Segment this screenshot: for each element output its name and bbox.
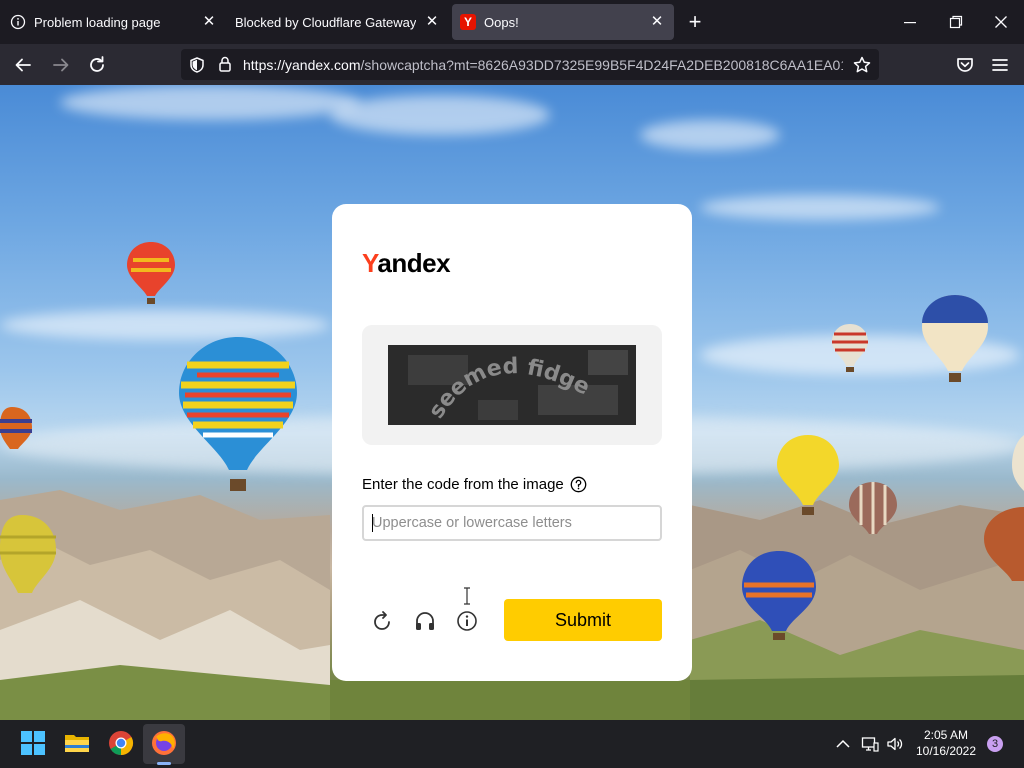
hot-air-balloon — [922, 295, 988, 382]
captcha-image: seemed fidget — [388, 345, 636, 425]
forward-arrow-icon[interactable] — [50, 54, 72, 76]
address-bar[interactable]: https://yandex.com/showcaptcha?mt=8626A9… — [181, 49, 879, 80]
cloud — [60, 85, 360, 120]
notification-badge[interactable]: 3 — [987, 736, 1003, 752]
back-arrow-icon[interactable] — [12, 54, 34, 76]
mouse-text-cursor — [464, 587, 470, 605]
tracking-protection-shield-icon[interactable] — [188, 56, 206, 74]
hamburger-menu-icon[interactable] — [989, 54, 1011, 76]
tab-cloudflare-gateway[interactable]: Blocked by Cloudflare Gateway ✕ — [227, 4, 449, 40]
cloud — [330, 95, 550, 135]
input-caret — [372, 514, 373, 532]
window-close-icon[interactable] — [991, 12, 1011, 32]
captcha-card: Yandex seemed fidget Enter the code from… — [332, 204, 692, 681]
captcha-prompt: Enter the code from the image — [362, 476, 587, 493]
windows-start-icon[interactable] — [20, 730, 46, 756]
headphones-icon[interactable] — [413, 609, 437, 633]
url-host: https://yandex.com — [243, 57, 361, 73]
clock-date: 10/16/2022 — [915, 744, 977, 758]
hot-air-balloon — [1012, 435, 1024, 491]
url-path: /showcaptcha?mt=8626A93DD7325E99B5F4D24F… — [360, 57, 843, 73]
pocket-icon[interactable] — [954, 54, 976, 76]
refresh-captcha-icon[interactable] — [370, 609, 394, 633]
prompt-label: Enter the code from the image — [362, 476, 564, 493]
volume-icon[interactable] — [886, 735, 904, 753]
tab-label: Oops! — [484, 14, 519, 30]
hot-air-balloon — [832, 324, 868, 372]
hot-air-balloon — [777, 435, 839, 515]
firefox-icon[interactable] — [151, 730, 177, 756]
hot-air-balloon — [127, 242, 175, 304]
close-icon[interactable]: ✕ — [423, 13, 441, 31]
captcha-container: seemed fidget — [362, 325, 662, 445]
taskbar: 2:05 AM 10/16/2022 — [0, 720, 1024, 768]
file-explorer-icon[interactable] — [64, 730, 90, 756]
minimize-icon[interactable] — [900, 12, 920, 32]
reload-icon[interactable] — [86, 54, 108, 76]
hot-air-balloon — [984, 507, 1024, 581]
hot-air-balloon — [849, 482, 897, 534]
hot-air-balloon — [0, 407, 32, 449]
chevron-up-icon[interactable] — [834, 735, 852, 753]
page-background: Yandex seemed fidget Enter the code from… — [0, 85, 1024, 720]
new-tab-button[interactable]: + — [684, 11, 706, 33]
captcha-answer-input[interactable] — [362, 505, 662, 541]
tab-strip: Problem loading page ✕ Blocked by Cloudf… — [0, 0, 1024, 44]
url-text[interactable]: https://yandex.com/showcaptcha?mt=8626A9… — [243, 57, 843, 73]
tab-label: Problem loading page — [34, 14, 161, 30]
lock-icon[interactable] — [216, 55, 234, 73]
yandex-favicon-icon: Y — [460, 14, 476, 30]
help-icon[interactable] — [570, 476, 587, 493]
active-app-indicator — [157, 762, 171, 765]
yandex-logo: Yandex — [362, 248, 451, 278]
clock-time: 2:05 AM — [923, 728, 969, 742]
restore-icon[interactable] — [946, 12, 966, 32]
tab-problem-loading[interactable]: Problem loading page ✕ — [4, 4, 226, 40]
tab-oops[interactable]: Y Oops! ✕ — [452, 4, 674, 40]
info-icon[interactable] — [455, 609, 479, 633]
submit-button[interactable]: Submit — [504, 599, 662, 641]
hot-air-balloon — [742, 551, 816, 640]
tab-label: Blocked by Cloudflare Gateway — [235, 14, 417, 30]
system-clock[interactable]: 2:05 AM 10/16/2022 — [912, 727, 980, 759]
hot-air-balloon — [179, 337, 297, 491]
chrome-icon[interactable] — [108, 730, 134, 756]
network-icon[interactable] — [861, 735, 879, 753]
cloud — [700, 195, 940, 220]
hot-air-balloon — [0, 515, 56, 593]
close-icon[interactable]: ✕ — [200, 13, 218, 31]
navigation-toolbar: https://yandex.com/showcaptcha?mt=8626A9… — [0, 44, 1024, 85]
close-icon[interactable]: ✕ — [648, 13, 666, 31]
bookmark-star-icon[interactable] — [852, 55, 872, 75]
info-icon — [10, 14, 26, 30]
cloud — [640, 120, 780, 150]
